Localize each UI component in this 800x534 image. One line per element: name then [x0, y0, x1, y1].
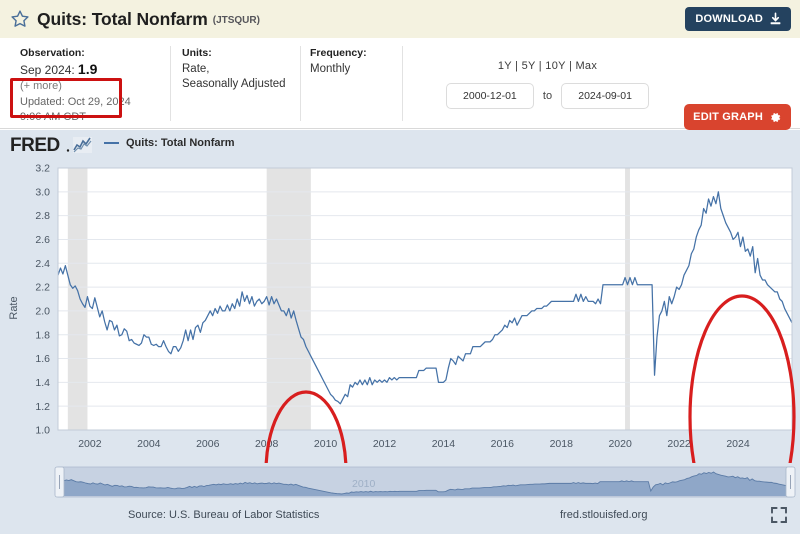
y-tick-1.8: 1.8: [35, 329, 50, 341]
y-axis-label: Rate: [8, 296, 20, 319]
legend-series-label: Quits: Total Nonfarm: [126, 137, 235, 149]
y-tick-2.4: 2.4: [35, 258, 50, 270]
series-id: (JTSQUR): [212, 14, 260, 26]
y-tick-2.0: 2.0: [35, 306, 50, 318]
navigator-handle-right[interactable]: [785, 466, 796, 498]
svg-text:FRED: FRED: [10, 135, 60, 156]
more-link[interactable]: (+ more): [20, 79, 131, 95]
x-tick-2022: 2022: [667, 438, 691, 450]
graph-header: FRED Quits: Total Nonfarm: [0, 130, 800, 158]
y-tick-2.6: 2.6: [35, 234, 50, 246]
observation-value: 1.9: [77, 60, 98, 77]
date-range-controls: 1Y | 5Y | 10Y | Max to: [420, 60, 675, 109]
graph-panel: FRED Quits: Total Nonfarm 3.2 3.0 2.8 2.…: [0, 130, 800, 534]
x-tick-2024: 2024: [726, 438, 750, 450]
navigator-handle-left[interactable]: [54, 466, 65, 498]
frequency-value: Monthly: [310, 62, 351, 75]
page-titlebar: Quits: Total Nonfarm (JTSQUR) DOWNLOAD: [0, 0, 800, 38]
meta-divider-2: [300, 46, 301, 121]
download-button-label: DOWNLOAD: [695, 13, 763, 25]
observation-value-row: Sep 2024: 1.9: [20, 60, 131, 80]
gear-icon: [769, 111, 782, 124]
observation-label: Observation:: [20, 47, 85, 59]
fred-logo: FRED: [10, 134, 96, 161]
x-tick-2020: 2020: [608, 438, 632, 450]
source-text: Source: U.S. Bureau of Labor Statistics: [128, 509, 320, 521]
start-date-input[interactable]: [445, 83, 534, 109]
x-tick-2004: 2004: [137, 438, 161, 450]
range-navigator[interactable]: 2010: [0, 463, 800, 500]
meta-divider-1: [170, 46, 171, 121]
units-line-1: Rate,: [182, 62, 210, 75]
x-tick-2014: 2014: [432, 438, 456, 450]
edit-graph-button[interactable]: EDIT GRAPH: [684, 104, 791, 130]
meta-divider-3: [402, 46, 403, 121]
x-tick-2010: 2010: [314, 438, 338, 450]
fred-series-page: Quits: Total Nonfarm (JTSQUR) DOWNLOAD O…: [0, 0, 800, 534]
recession-band-2: [625, 168, 630, 430]
edit-graph-label: EDIT GRAPH: [693, 111, 763, 123]
line-chart[interactable]: 3.2 3.0 2.8 2.6 2.4 2.2 2.0 1.8 1.6 1.4 1.2 1.0 200…: [0, 158, 800, 463]
download-arrow-icon: [769, 12, 782, 26]
x-tick-2018: 2018: [550, 438, 574, 450]
x-tick-2016: 2016: [491, 438, 515, 450]
y-tick-2.2: 2.2: [35, 282, 50, 294]
fred-url[interactable]: fred.stlouisfed.org: [560, 509, 647, 521]
x-tick-2012: 2012: [373, 438, 397, 450]
frequency-block: Frequency: Monthly: [310, 46, 367, 77]
y-tick-1.6: 1.6: [35, 353, 50, 365]
chart-legend: Quits: Total Nonfarm: [104, 137, 235, 149]
y-tick-2.8: 2.8: [35, 210, 50, 222]
y-tick-3.2: 3.2: [35, 163, 50, 175]
legend-color-swatch: [104, 141, 119, 145]
navigator-year-label: 2010: [352, 478, 376, 490]
end-date-input[interactable]: [561, 83, 650, 109]
to-label: to: [542, 90, 553, 102]
range-presets[interactable]: 1Y | 5Y | 10Y | Max: [420, 60, 675, 72]
units-label: Units:: [182, 47, 212, 59]
star-outline-icon[interactable]: [10, 9, 30, 29]
units-line-2: Seasonally Adjusted: [182, 78, 286, 90]
y-tick-3.0: 3.0: [35, 186, 50, 198]
recession-band-0: [67, 168, 88, 430]
series-meta-bar: Observation: Sep 2024: 1.9 (+ more) Upda…: [0, 38, 800, 130]
y-tick-1.4: 1.4: [35, 377, 50, 389]
updated-date: Updated: Oct 29, 2024: [20, 95, 131, 108]
observation-block: Observation: Sep 2024: 1.9 (+ more) Upda…: [20, 46, 131, 126]
date-range-inputs: to: [420, 83, 675, 109]
units-block: Units: Rate, Seasonally Adjusted: [182, 46, 286, 93]
y-tick-1.2: 1.2: [35, 401, 50, 413]
page-title: Quits: Total Nonfarm: [37, 8, 208, 29]
download-button[interactable]: DOWNLOAD: [685, 7, 791, 31]
graph-footer: Source: U.S. Bureau of Labor Statistics …: [0, 500, 800, 534]
fullscreen-icon[interactable]: [770, 506, 788, 524]
updated-time: 9:06 AM CDT: [20, 111, 87, 123]
y-tick-1.0: 1.0: [35, 425, 50, 437]
x-tick-2006: 2006: [196, 438, 220, 450]
observation-date: Sep 2024:: [20, 62, 75, 77]
x-tick-2002: 2002: [78, 438, 102, 450]
frequency-label: Frequency:: [310, 47, 367, 59]
